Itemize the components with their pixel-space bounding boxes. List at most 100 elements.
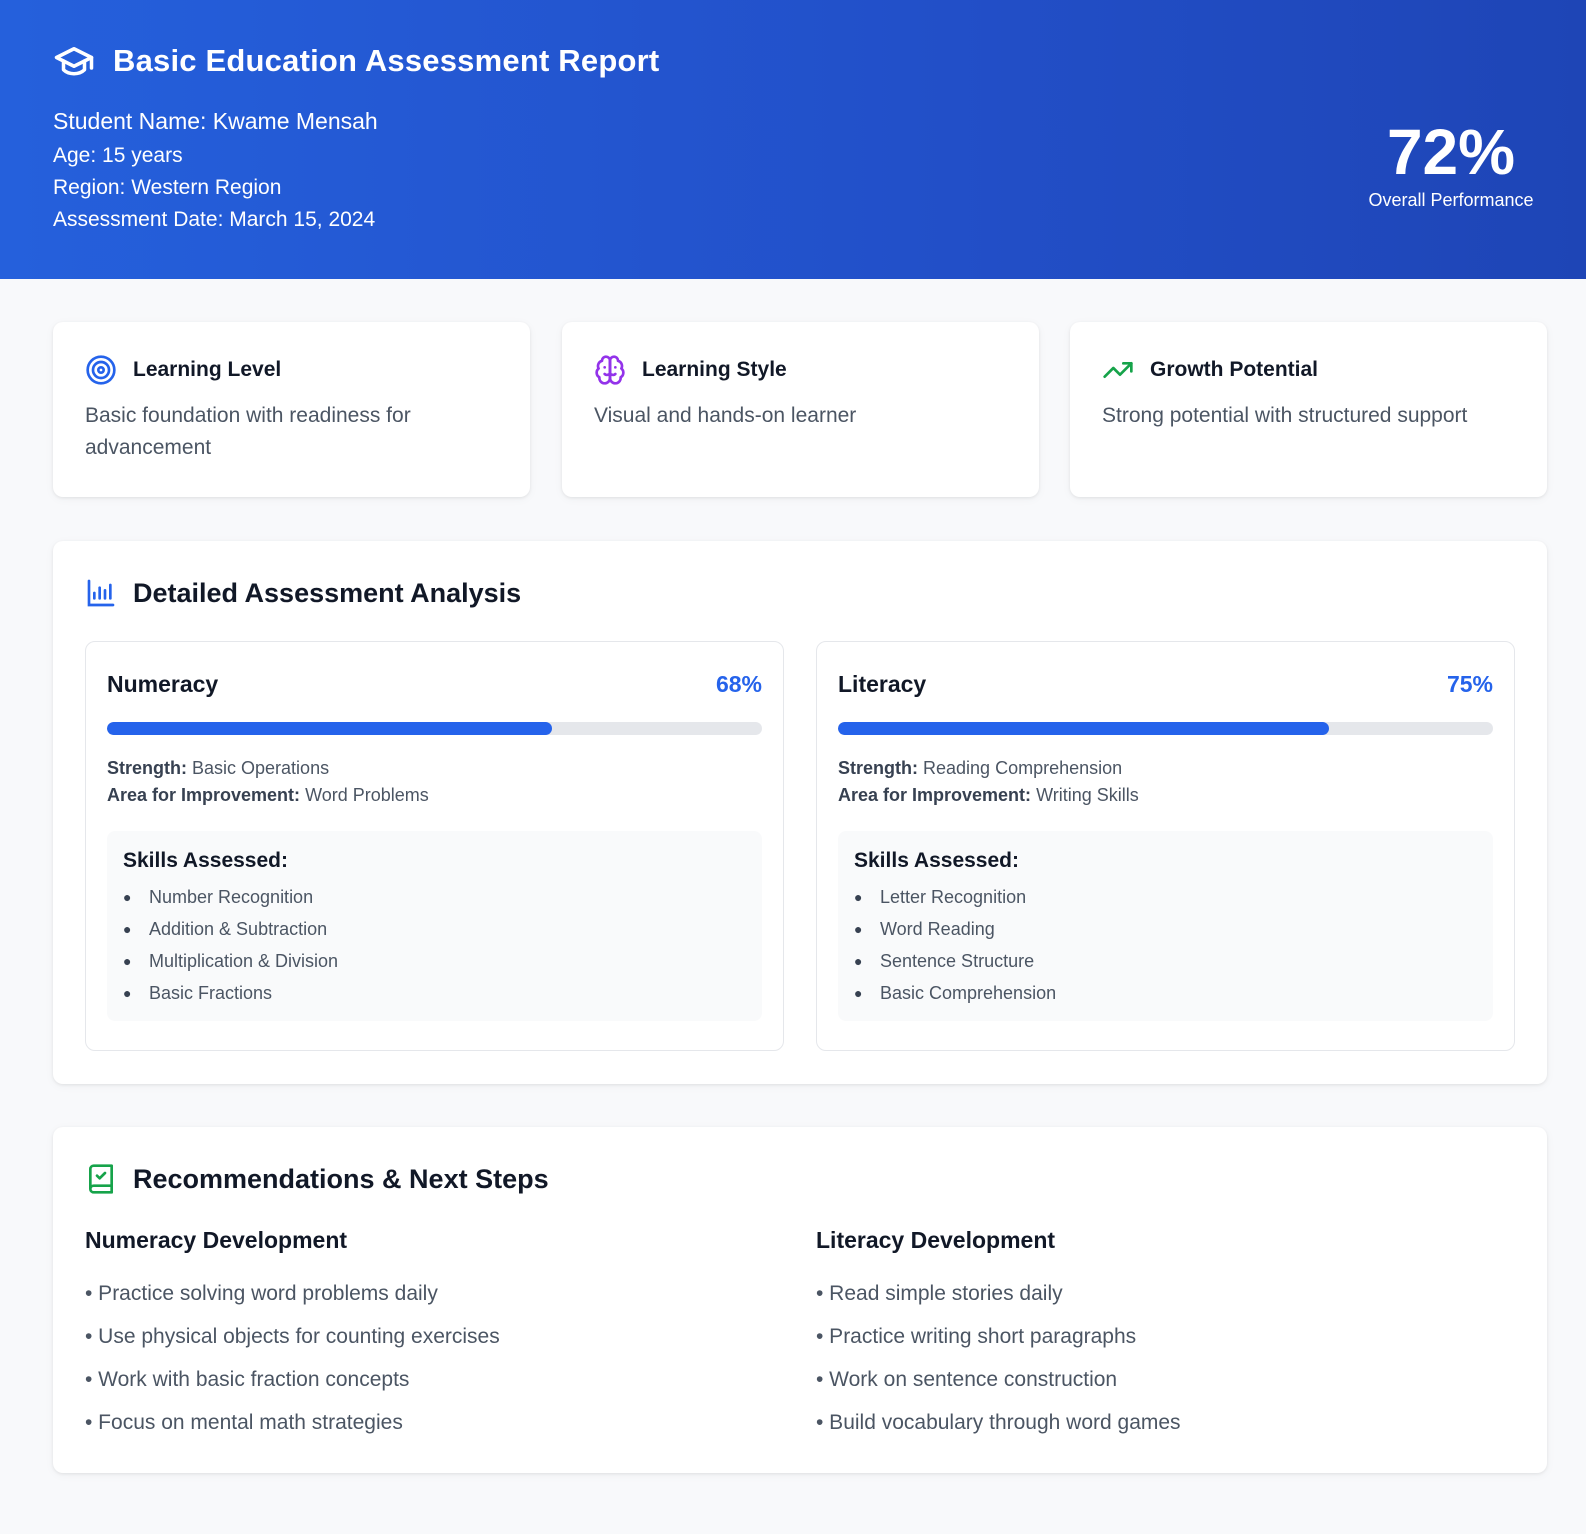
report-header: Basic Education Assessment Report Studen… — [0, 0, 1586, 279]
list-item: • Practice solving word problems daily — [85, 1282, 438, 1305]
skill-text: Multiplication & Division — [149, 951, 339, 971]
progress-bar — [838, 722, 1493, 735]
bullet-icon: ● — [854, 953, 863, 969]
bullet-icon: ● — [123, 953, 132, 969]
numeracy-panel: Numeracy 68% Strength: Basic Operations … — [85, 641, 784, 1051]
card-text: Basic foundation with readiness for adva… — [85, 404, 411, 459]
improvement-value: Word Problems — [305, 785, 429, 805]
learning-style-card: Learning Style Visual and hands-on learn… — [562, 322, 1039, 497]
header-title-row: Basic Education Assessment Report — [53, 40, 659, 82]
bullet-icon: ● — [854, 889, 863, 905]
section-title: Recommendations & Next Steps — [133, 1163, 549, 1194]
strength-label: Strength: — [838, 758, 918, 778]
card-header: Learning Style — [594, 354, 1007, 386]
strength-value: Basic Operations — [192, 758, 330, 778]
assessment-date: Assessment Date: March 15, 2024 — [53, 208, 376, 231]
progress-bar — [107, 722, 762, 735]
bar-chart-icon — [87, 579, 115, 607]
subject-name: Numeracy — [107, 670, 219, 697]
list-item: • Focus on mental math strategies — [85, 1411, 403, 1434]
detailed-analysis-section: Detailed Assessment Analysis Numeracy 68… — [53, 541, 1547, 1084]
graduation-cap-icon — [54, 47, 94, 76]
student-age: Age: 15 years — [53, 144, 183, 167]
skills-list: ● Letter Recognition ● Word Reading ● Sente… — [854, 881, 1477, 1009]
subject-header: Numeracy 68% — [107, 664, 762, 704]
overall-label: Overall Performance — [1368, 190, 1534, 210]
target-icon — [86, 355, 116, 385]
improvement-line: Area for Improvement: Writing Skills — [838, 782, 1493, 809]
bullet-icon: ● — [854, 985, 863, 1001]
subject-meta: Strength: Basic Operations Area for Impr… — [107, 755, 762, 809]
page-title: Basic Education Assessment Report — [113, 43, 660, 78]
skills-box: Skills Assessed: ● Letter Recognition ● Wo… — [838, 831, 1493, 1021]
list-item: • Use physical objects for counting exer… — [85, 1325, 500, 1348]
overall-percent: 72% — [1386, 116, 1516, 188]
card-title: Learning Style — [642, 358, 787, 381]
skill-text: Basic Fractions — [149, 983, 273, 1003]
card-text: Visual and hands-on learner — [594, 404, 857, 427]
improvement-line: Area for Improvement: Word Problems — [107, 782, 762, 809]
subject-meta: Strength: Reading Comprehension Area for… — [838, 755, 1493, 809]
list-item: ● Word Reading — [854, 913, 1477, 945]
student-name: Student Name: Kwame Mensah — [53, 108, 378, 134]
list-item: ● Addition & Subtraction — [123, 913, 746, 945]
skill-text: Addition & Subtraction — [149, 919, 328, 939]
subject-percent: 68% — [715, 670, 762, 697]
skill-text: Number Recognition — [149, 887, 314, 907]
student-region: Region: Western Region — [53, 176, 282, 199]
skills-list: ● Number Recognition ● Addition & Subtract… — [123, 881, 746, 1009]
numeracy-recommendations: Numeracy Development • Practice solving … — [85, 1227, 785, 1444]
book-check-icon — [89, 1164, 113, 1194]
list-item: • Practice writing short paragraphs — [816, 1325, 1137, 1348]
column-title: Numeracy Development — [85, 1227, 348, 1253]
bullet-icon: ● — [854, 921, 863, 937]
learning-level-card: Learning Level Basic foundation with rea… — [53, 322, 530, 497]
card-title: Growth Potential — [1150, 358, 1318, 381]
subject-header: Literacy 75% — [838, 664, 1493, 704]
brain-icon — [595, 355, 625, 385]
literacy-recommendations: Literacy Development • Read simple stori… — [816, 1227, 1516, 1444]
list-item: • Build vocabulary through word games — [816, 1411, 1181, 1434]
subject-percent: 75% — [1446, 670, 1493, 697]
bullet-icon: ● — [123, 985, 132, 1001]
skills-title: Skills Assessed: — [854, 849, 1019, 872]
list-item: ● Multiplication & Division — [123, 945, 746, 977]
skill-text: Letter Recognition — [880, 887, 1027, 907]
card-text: Strong potential with structured support — [1102, 404, 1468, 427]
card-title: Learning Level — [133, 358, 282, 381]
card-header: Learning Level — [85, 354, 498, 386]
section-header: Recommendations & Next Steps — [85, 1161, 1515, 1197]
growth-potential-card: Growth Potential Strong potential with s… — [1070, 322, 1547, 497]
column-title: Literacy Development — [816, 1227, 1056, 1253]
improvement-label: Area for Improvement: — [107, 785, 301, 805]
recommendations-section: Recommendations & Next Steps Numeracy De… — [53, 1127, 1547, 1473]
section-title: Detailed Assessment Analysis — [133, 577, 522, 608]
skill-text: Basic Comprehension — [880, 983, 1057, 1003]
list-item: • Read simple stories daily — [816, 1282, 1063, 1305]
list-item: • Work on sentence construction — [816, 1368, 1118, 1391]
skill-text: Word Reading — [880, 919, 995, 939]
list-item: • Work with basic fraction concepts — [85, 1368, 410, 1391]
list-item: ● Sentence Structure — [854, 945, 1477, 977]
student-info: Student Name: Kwame Mensah Age: 15 years… — [53, 106, 378, 236]
strength-label: Strength: — [107, 758, 187, 778]
skill-text: Sentence Structure — [880, 951, 1035, 971]
trending-up-icon — [1103, 362, 1133, 378]
improvement-value: Writing Skills — [1036, 785, 1139, 805]
overall-performance: 72% Overall Performance — [1356, 116, 1546, 211]
bullet-icon: ● — [123, 921, 132, 937]
strength-value: Reading Comprehension — [923, 758, 1123, 778]
bullet-icon: ● — [123, 889, 132, 905]
skills-box: Skills Assessed: ● Number Recognition ● Ad… — [107, 831, 762, 1021]
list-item: ● Number Recognition — [123, 881, 746, 913]
card-header: Growth Potential — [1102, 354, 1515, 386]
list-item: ● Letter Recognition — [854, 881, 1477, 913]
subject-name: Literacy — [838, 670, 927, 697]
list-item: ● Basic Fractions — [123, 977, 746, 1009]
list-item: ● Basic Comprehension — [854, 977, 1477, 1009]
strength-line: Strength: Reading Comprehension — [838, 755, 1493, 782]
strength-line: Strength: Basic Operations — [107, 755, 762, 782]
progress-fill — [838, 722, 1330, 735]
section-header: Detailed Assessment Analysis — [85, 575, 1515, 611]
progress-fill — [107, 722, 553, 735]
